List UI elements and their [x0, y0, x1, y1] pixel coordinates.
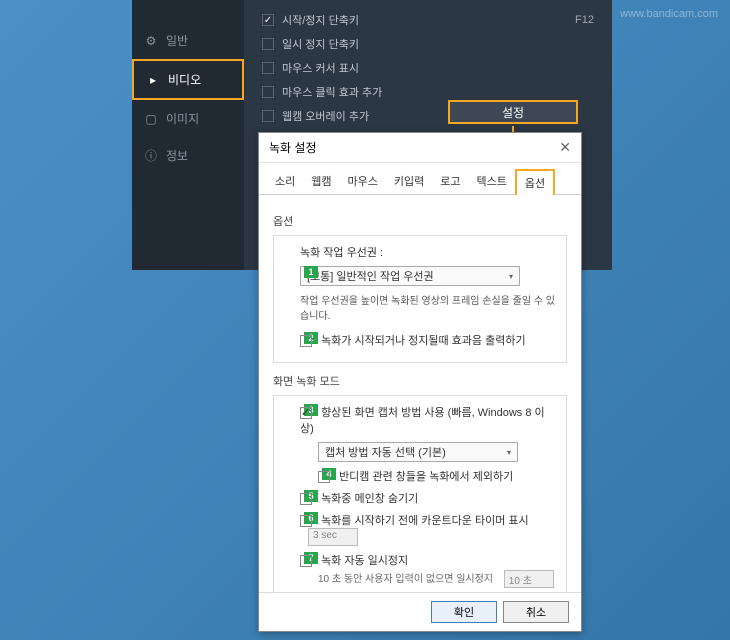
check-row-hotkey-pause[interactable]: 일시 정지 단축키	[262, 36, 594, 52]
opt-hide-label: 녹화중 메인창 숨기기	[321, 493, 418, 505]
checkbox-icon[interactable]	[262, 110, 274, 122]
sidebar-item-image[interactable]: ▢ 이미지	[132, 100, 244, 137]
group-title-options: 옵션	[273, 213, 567, 229]
info-icon: ⓘ	[144, 149, 158, 163]
gear-icon: ⚙	[144, 34, 158, 48]
sidebar-item-info[interactable]: ⓘ 정보	[132, 137, 244, 174]
priority-note: 작업 우선권을 높이면 녹화된 영상의 프레임 손실을 줄일 수 있습니다.	[300, 296, 555, 322]
checkbox-countdown[interactable]	[300, 515, 312, 527]
autopause-value-combo[interactable]: 10 초	[504, 570, 554, 588]
tab-sound[interactable]: 소리	[267, 169, 303, 194]
tab-text[interactable]: 텍스트	[469, 169, 515, 194]
ok-button[interactable]: 확인	[431, 601, 497, 623]
check-row-click-effect[interactable]: 마우스 클릭 효과 추가	[262, 84, 594, 100]
group-title-screen: 화면 녹화 모드	[273, 373, 567, 389]
check-label: 마우스 커서 표시	[282, 60, 594, 76]
checkbox-exclude-windows[interactable]	[318, 471, 330, 483]
checkbox-icon[interactable]	[262, 38, 274, 50]
checkbox-icon[interactable]	[262, 62, 274, 74]
tab-options[interactable]: 옵션	[515, 169, 555, 195]
check-value: F12	[575, 14, 594, 26]
chevron-down-icon: ▾	[507, 448, 511, 457]
checkbox-icon[interactable]	[262, 86, 274, 98]
priority-label: 녹화 작업 우선권 :	[300, 247, 383, 259]
checkbox-icon[interactable]	[262, 14, 274, 26]
cancel-button[interactable]: 취소	[503, 601, 569, 623]
opt-autopause-sub: 10 초 동안 사용자 입력이 없으면 일시정지 10 초	[318, 570, 558, 588]
dialog-titlebar: 녹화 설정 ✕	[259, 133, 581, 163]
step-badge-1: 1	[304, 266, 318, 278]
sidebar: ⚙ 일반 ▸ 비디오 ▢ 이미지 ⓘ 정보	[132, 0, 244, 270]
tab-mouse[interactable]: 마우스	[340, 169, 386, 194]
settings-button[interactable]: 설정	[448, 100, 578, 124]
priority-combo[interactable]: [보통] 일반적인 작업 우선권 ▾	[300, 266, 520, 286]
opt-enhanced-label: 향상된 화면 캡처 방법 사용 (빠름, Windows 8 이상)	[300, 407, 545, 435]
sidebar-label: 비디오	[168, 71, 201, 88]
group-options: 녹화 작업 우선권 : 1 [보통] 일반적인 작업 우선권 ▾ 작업 우선권을…	[273, 235, 567, 363]
image-icon: ▢	[144, 112, 158, 126]
dialog-body: 옵션 녹화 작업 우선권 : 1 [보통] 일반적인 작업 우선권 ▾ 작업 우…	[259, 195, 581, 605]
sidebar-label: 이미지	[166, 110, 199, 127]
sidebar-label: 일반	[166, 32, 188, 49]
tab-webcam[interactable]: 웹캠	[303, 169, 339, 194]
dialog-title-text: 녹화 설정	[269, 139, 317, 156]
check-label: 일시 정지 단축키	[282, 36, 594, 52]
checkbox-enhanced-capture[interactable]	[300, 407, 312, 419]
video-icon: ▸	[146, 73, 160, 87]
dialog-tabs: 소리 웹캠 마우스 키입력 로고 텍스트 옵션	[259, 163, 581, 195]
checkbox-auto-pause[interactable]	[300, 555, 312, 567]
opt-sound-effect-label: 녹화가 시작되거나 정지될때 효과음 출력하기	[321, 335, 526, 347]
record-settings-dialog: 녹화 설정 ✕ 소리 웹캠 마우스 키입력 로고 텍스트 옵션 옵션 녹화 작업…	[258, 132, 582, 632]
sidebar-item-video[interactable]: ▸ 비디오	[132, 59, 244, 100]
combo-value: 캡처 방법 자동 선택 (기본)	[325, 444, 446, 460]
chevron-down-icon: ▾	[509, 272, 513, 281]
check-label: 시작/정지 단축키	[282, 12, 575, 28]
combo-value: [보통] 일반적인 작업 우선권	[307, 268, 434, 284]
checkbox-hide-main[interactable]	[300, 493, 312, 505]
group-screen-mode: 3 향상된 화면 캡처 방법 사용 (빠름, Windows 8 이상) 캡처 …	[273, 395, 567, 603]
capture-method-combo[interactable]: 캡처 방법 자동 선택 (기본) ▾	[318, 442, 518, 462]
checkbox-sound-effect[interactable]	[300, 335, 312, 347]
watermark: www.bandicam.com	[620, 8, 718, 20]
opt-autopause-label: 녹화 자동 일시정지	[321, 555, 408, 567]
tab-keyinput[interactable]: 키입력	[386, 169, 432, 194]
opt-exclude-label: 반디캠 관련 창들을 녹화에서 제외하기	[339, 471, 513, 483]
sidebar-label: 정보	[166, 147, 188, 164]
close-icon[interactable]: ✕	[559, 139, 571, 156]
countdown-value-combo[interactable]: 3 sec	[308, 528, 358, 546]
opt-countdown-label: 녹화를 시작하기 전에 카운트다운 타이머 표시	[321, 515, 529, 527]
check-row-hotkey-start[interactable]: 시작/정지 단축키 F12	[262, 12, 594, 28]
tab-logo[interactable]: 로고	[432, 169, 468, 194]
check-label: 마우스 클릭 효과 추가	[282, 84, 594, 100]
dialog-footer: 확인 취소	[259, 592, 581, 631]
sidebar-item-general[interactable]: ⚙ 일반	[132, 22, 244, 59]
check-row-cursor[interactable]: 마우스 커서 표시	[262, 60, 594, 76]
